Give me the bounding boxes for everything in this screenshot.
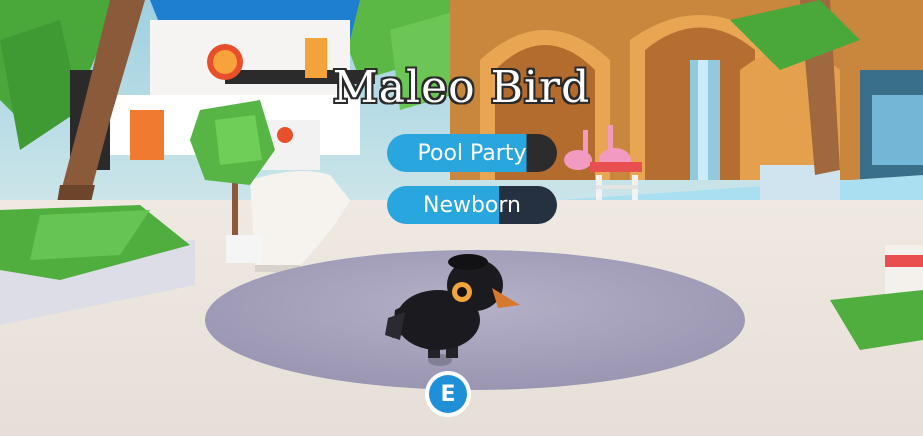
tag-pool-party-label: Pool Party (417, 140, 527, 166)
tag-pool-party: Pool Party (387, 134, 557, 172)
interact-key-icon: E (429, 375, 467, 413)
tag-age-label: Newborn (422, 192, 521, 218)
interact-key-label: E (440, 381, 456, 407)
pet-name-title: Maleo Bird (332, 62, 591, 113)
interact-key-button[interactable]: E (425, 371, 471, 417)
tag-age-newborn: Newborn (387, 186, 557, 224)
